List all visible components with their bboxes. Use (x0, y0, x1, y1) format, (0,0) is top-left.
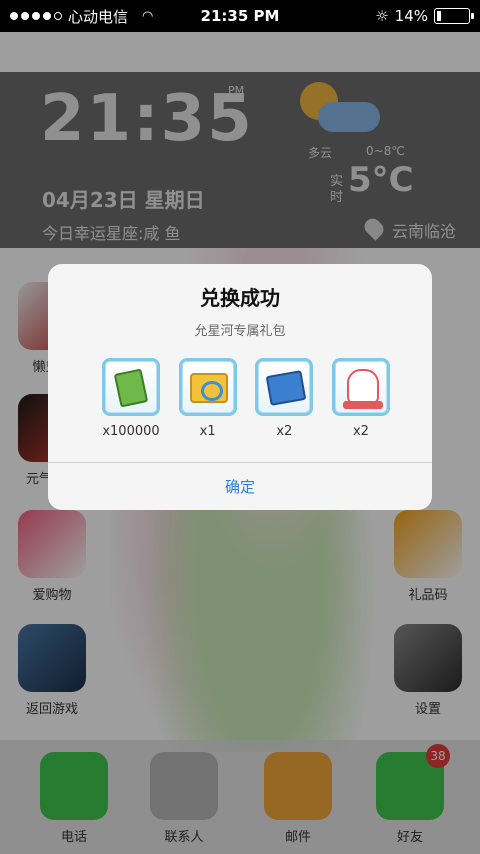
battery-area: ☼ 14% (375, 7, 474, 25)
reward-quantity: x1 (199, 424, 216, 439)
reward-item: x100000 (96, 358, 166, 439)
signal-icon (10, 12, 62, 20)
ticket-icon (178, 358, 237, 416)
dialog-subtitle: 允星河专属礼包 (194, 324, 286, 339)
carrier-area: 心动电信 ◠ (10, 6, 153, 27)
confirm-button[interactable]: 确定 (48, 463, 432, 510)
lightbulb-icon: ☼ (375, 7, 389, 25)
lucky-cat-icon (331, 358, 390, 416)
wifi-icon: ◠ (142, 8, 154, 24)
redeem-success-dialog: 兑换成功 允星河专属礼包 x100000 x1 x2 x2 确定 (48, 264, 432, 510)
battery-icon (434, 8, 474, 24)
carrier-name: 心动电信 (68, 7, 129, 26)
reward-quantity: x100000 (102, 424, 160, 439)
reward-item: x1 (173, 358, 243, 439)
status-bar: 心动电信 ◠ 21:35 PM ☼ 14% (0, 0, 480, 32)
cash-icon (102, 358, 160, 416)
battery-level (437, 11, 442, 21)
reward-list: x100000 x1 x2 x2 (96, 358, 396, 439)
status-time: 21:35 PM (200, 7, 280, 25)
reward-item: x2 (326, 358, 396, 439)
reward-quantity: x2 (352, 424, 369, 439)
reward-item: x2 (249, 358, 319, 439)
dialog-title: 兑换成功 (200, 286, 280, 310)
book-icon (255, 358, 314, 416)
battery-percent: 14% (394, 7, 428, 25)
reward-quantity: x2 (276, 424, 293, 439)
